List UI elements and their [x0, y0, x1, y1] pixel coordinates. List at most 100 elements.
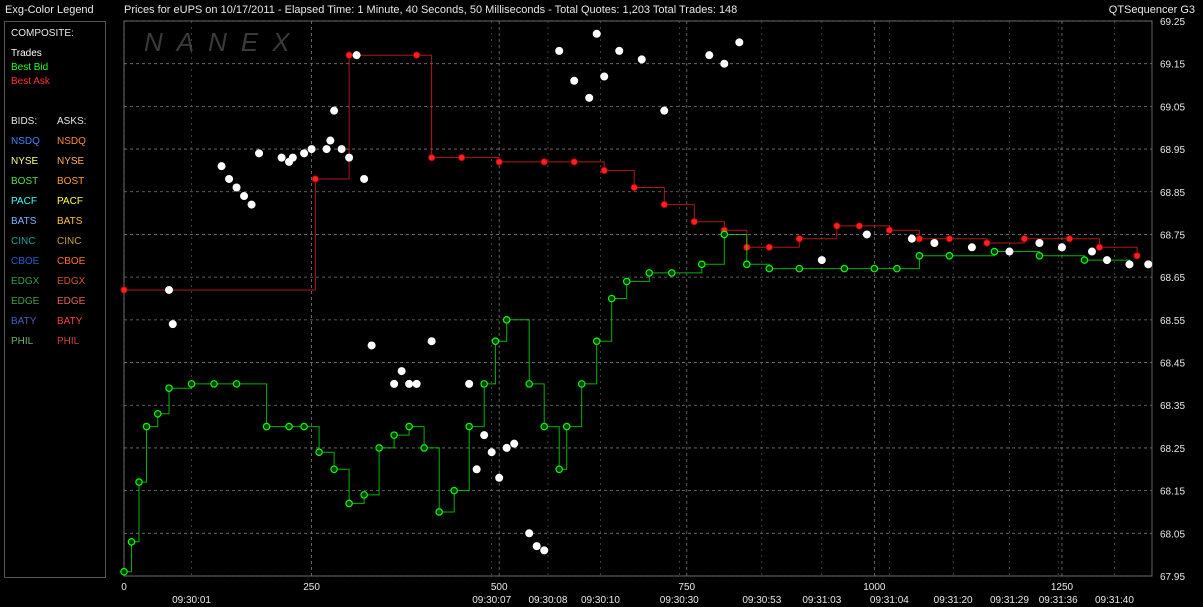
best-bid-point [667, 269, 676, 277]
trade-point [502, 443, 511, 452]
y-tick-label: 68.85 [1160, 188, 1185, 199]
x-tick-label: 1000 [863, 582, 886, 593]
best-ask-point [428, 154, 436, 162]
trade-point [585, 93, 594, 102]
x-tick-label: 1250 [1051, 582, 1074, 593]
best-bid-point [480, 380, 488, 388]
trade-point [322, 145, 331, 154]
best-bid-point [375, 444, 383, 452]
best-ask-point [311, 175, 319, 183]
trade-point [1005, 247, 1014, 256]
best-bid-point [330, 465, 338, 474]
trade-point [660, 106, 669, 115]
y-tick-label: 68.65 [1160, 273, 1185, 284]
best-bid-point [592, 337, 601, 345]
trade-point [1102, 256, 1111, 265]
best-ask-point [1020, 235, 1029, 243]
trade-point [232, 183, 241, 192]
trade-point [277, 153, 286, 162]
time-label: 09:30:01 [172, 595, 211, 606]
trade-point [495, 473, 504, 482]
trade-point [225, 174, 234, 183]
trade-point [570, 76, 579, 85]
time-label: 09:31:40 [1095, 595, 1134, 606]
best-bid-point [870, 264, 879, 273]
best-ask-point [660, 200, 668, 209]
trade-point [600, 72, 609, 81]
best-bid-point [1035, 252, 1044, 260]
best-bid-point [127, 538, 136, 546]
best-bid-point [262, 422, 271, 431]
trade-point [907, 234, 916, 243]
trade-point [540, 546, 549, 555]
best-bid-point [153, 409, 162, 418]
best-ask-point [495, 158, 503, 166]
best-bid-point [622, 277, 631, 286]
y-tick-label: 68.05 [1160, 529, 1185, 540]
trade-point [405, 379, 414, 388]
y-tick-label: 68.95 [1160, 145, 1185, 156]
time-label: 09:30:53 [742, 595, 781, 606]
best-ask-point [833, 222, 841, 230]
trade-point [487, 448, 496, 457]
trade-point [735, 38, 744, 47]
y-tick-label: 69.05 [1160, 102, 1185, 113]
plot-area [123, 20, 1153, 577]
trade-point [397, 367, 406, 376]
trade-point [1144, 260, 1153, 269]
y-tick-label: 68.15 [1160, 487, 1185, 498]
y-tick-label: 68.45 [1160, 359, 1185, 370]
trade-point [255, 149, 264, 158]
best-bid-point [1080, 256, 1089, 264]
best-bid-point [165, 384, 173, 392]
trade-point [247, 200, 256, 209]
trade-point [288, 153, 297, 162]
best-bid-point [120, 567, 128, 576]
y-tick-label: 68.35 [1160, 401, 1185, 412]
trade-point [615, 46, 624, 55]
trade-point [217, 162, 226, 171]
best-bid-point [135, 478, 143, 486]
time-label: 09:31:29 [990, 595, 1029, 606]
trade-point [525, 529, 534, 538]
best-ask-point [345, 51, 353, 59]
time-label: 09:31:03 [802, 595, 841, 606]
time-label: 09:30:07 [472, 595, 511, 606]
best-bid-point [607, 294, 616, 303]
trade-point [300, 149, 309, 158]
best-ask-point [885, 226, 893, 234]
trade-point [817, 256, 826, 265]
y-tick-label: 67.95 [1160, 572, 1185, 583]
best-bid-point [187, 380, 196, 388]
best-ask-point [690, 218, 698, 226]
best-ask-point [765, 243, 773, 251]
trade-point [862, 230, 871, 239]
best-ask-point [1095, 243, 1104, 251]
best-ask-point [983, 239, 991, 247]
trade-point [352, 51, 361, 60]
best-bid-point [360, 491, 368, 499]
best-bid-point [315, 448, 323, 456]
trade-point [705, 51, 714, 60]
trade-point [367, 341, 376, 350]
trade-point [465, 379, 474, 388]
best-bid-point [555, 465, 564, 474]
y-tick-label: 69.15 [1160, 60, 1185, 71]
time-label: 09:30:30 [660, 595, 699, 606]
best-bid-point [945, 252, 954, 260]
trade-point [330, 106, 339, 115]
best-bid-point [540, 422, 549, 431]
best-bid-point [840, 264, 849, 273]
best-ask-point [1133, 252, 1141, 260]
x-tick-label: 0 [121, 582, 127, 593]
best-ask-point [540, 158, 548, 166]
trade-point [168, 320, 177, 329]
time-label: 09:30:10 [581, 595, 620, 606]
best-ask-point [600, 166, 608, 175]
best-bid-point [915, 252, 924, 260]
trade-point [345, 153, 354, 162]
best-bid-point [562, 422, 571, 431]
trade-point [1057, 243, 1066, 252]
best-ask-point [915, 235, 923, 243]
trade-point [307, 145, 316, 154]
